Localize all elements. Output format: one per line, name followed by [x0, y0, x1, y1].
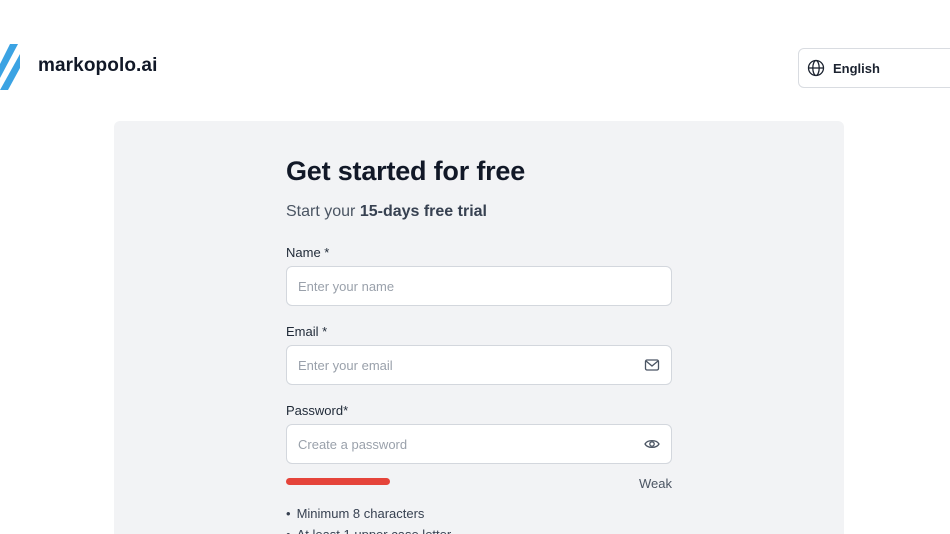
password-label: Password* — [286, 403, 349, 418]
requirement-item: Minimum 8 characters — [286, 503, 451, 524]
language-selector[interactable]: English — [798, 48, 950, 88]
password-requirements: Minimum 8 characters At least 1 upper ca… — [286, 503, 452, 534]
password-strength-label: Weak — [639, 476, 672, 491]
trial-length: 15-days free trial — [359, 203, 487, 220]
logo-text: markopolo.ai — [38, 55, 158, 76]
page-title: Get started for free — [286, 156, 526, 186]
mail-icon — [644, 359, 660, 371]
globe-icon — [807, 59, 825, 77]
name-label: Name * — [286, 245, 330, 260]
password-field — [286, 424, 672, 464]
page-subtitle: Start your 15-days free trial — [286, 203, 487, 221]
password-strength-bar — [286, 478, 390, 485]
logo-mark-icon — [0, 44, 20, 90]
password-input[interactable] — [298, 436, 638, 452]
email-field — [286, 345, 672, 385]
email-label: Email * — [286, 324, 328, 339]
language-label: English — [833, 60, 880, 76]
brand-logo[interactable]: markopolo.ai — [0, 44, 157, 90]
name-field — [286, 266, 672, 306]
name-input[interactable] — [298, 278, 660, 294]
requirement-item: At least 1 upper case letter — [286, 524, 452, 534]
email-input[interactable] — [298, 357, 638, 373]
subtitle-prefix: Start your — [286, 203, 360, 220]
eye-icon[interactable] — [644, 436, 660, 452]
